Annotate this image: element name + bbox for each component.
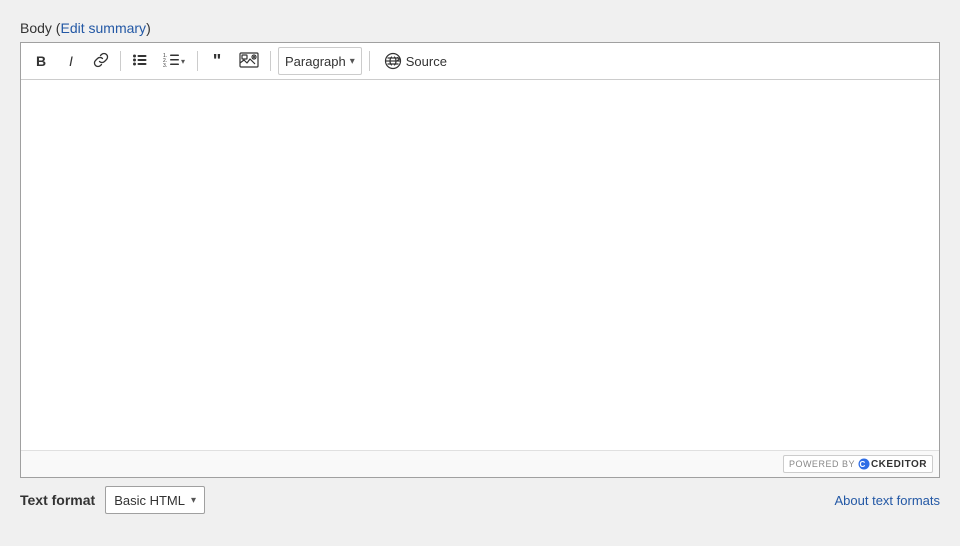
svg-text:3.: 3. [163, 63, 167, 68]
format-value: Basic HTML [114, 493, 185, 508]
about-text-formats-link[interactable]: About text formats [835, 493, 941, 508]
source-icon [384, 52, 402, 70]
toolbar-separator-1 [120, 51, 121, 71]
bullet-list-button[interactable] [126, 47, 154, 75]
text-format-label: Text format [20, 492, 95, 508]
toolbar-separator-3 [270, 51, 271, 71]
edit-summary-link[interactable]: Edit summary [60, 20, 146, 36]
paragraph-dropdown[interactable]: Paragraph ▾ [278, 47, 362, 75]
paragraph-label: Paragraph [285, 54, 346, 69]
body-label: Body (Edit summary) [20, 20, 940, 36]
format-chevron-icon: ▾ [191, 495, 196, 506]
source-button[interactable]: Source [377, 47, 454, 75]
powered-by-text: POWERED BY [789, 459, 855, 469]
editor-wrapper: Body (Edit summary) B I [20, 20, 940, 514]
toolbar-separator-2 [197, 51, 198, 71]
numbered-list-icon: 1. 2. 3. [163, 52, 181, 71]
toolbar-separator-4 [369, 51, 370, 71]
insert-image-icon [239, 52, 259, 71]
text-format-row: Text format Basic HTML ▾ About text form… [20, 486, 940, 514]
italic-button[interactable]: I [57, 47, 85, 75]
source-label: Source [406, 54, 447, 69]
link-button[interactable] [87, 47, 115, 75]
body-text: Body [20, 20, 52, 36]
powered-by-badge: POWERED BY C CKEditor [783, 455, 933, 473]
ckeditor-branding: POWERED BY C CKEditor [21, 450, 939, 477]
svg-text:C: C [859, 460, 865, 469]
ck-logo-icon: C CKEditor [858, 458, 927, 470]
numbered-list-button[interactable]: 1. 2. 3. ▾ [156, 47, 192, 75]
text-format-left: Text format Basic HTML ▾ [20, 486, 205, 514]
blockquote-icon: " [213, 52, 222, 70]
bullet-list-icon [132, 52, 148, 71]
editor-content[interactable] [21, 80, 939, 450]
numbered-list-chevron-icon: ▾ [181, 57, 185, 66]
paragraph-chevron-icon: ▾ [350, 56, 355, 67]
toolbar: B I [21, 43, 939, 80]
text-format-select[interactable]: Basic HTML ▾ [105, 486, 205, 514]
ck-editor-text: CKEditor [871, 459, 927, 470]
bold-button[interactable]: B [27, 47, 55, 75]
link-icon [93, 52, 109, 71]
blockquote-button[interactable]: " [203, 47, 231, 75]
insert-image-button[interactable] [233, 47, 265, 75]
ckeditor-container: B I [20, 42, 940, 478]
